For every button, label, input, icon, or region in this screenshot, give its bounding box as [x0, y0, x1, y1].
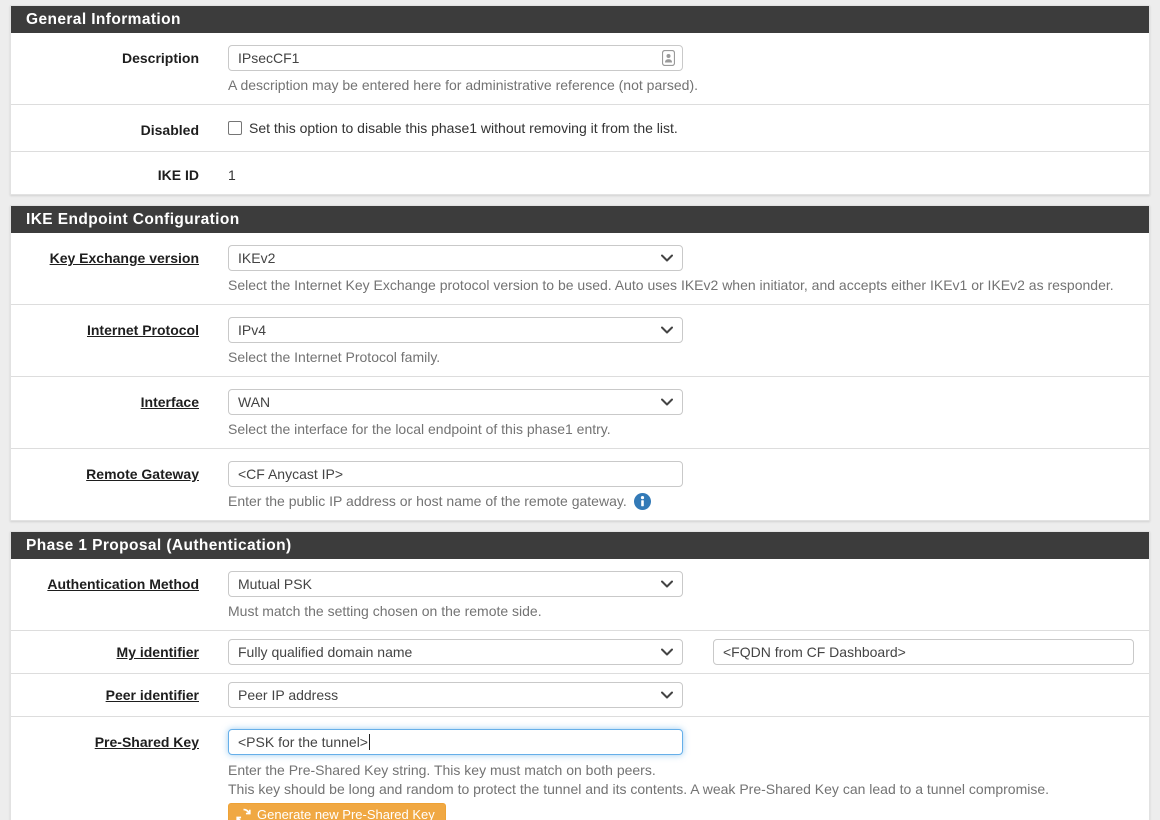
- authentication-method-help: Must match the setting chosen on the rem…: [228, 602, 1134, 621]
- peer-identifier-select[interactable]: Peer IP address: [228, 682, 683, 708]
- remote-gateway-help-text: Enter the public IP address or host name…: [228, 493, 627, 509]
- remote-gateway-input[interactable]: [228, 461, 683, 487]
- key-exchange-version-label: Key Exchange version: [26, 245, 199, 295]
- info-circle-icon[interactable]: [634, 493, 651, 510]
- internet-protocol-help: Select the Internet Protocol family.: [228, 348, 1134, 367]
- interface-label: Interface: [26, 389, 199, 439]
- panel-ike-endpoint-configuration: IKE Endpoint Configuration Key Exchange …: [10, 205, 1150, 521]
- my-identifier-select[interactable]: Fully qualified domain name: [228, 639, 683, 665]
- peer-identifier-label: Peer identifier: [26, 682, 199, 708]
- authentication-method-select[interactable]: Mutual PSK: [228, 571, 683, 597]
- row-interface: Interface WAN Select the interface for t…: [11, 376, 1149, 448]
- internet-protocol-label: Internet Protocol: [26, 317, 199, 367]
- internet-protocol-select[interactable]: IPv4: [228, 317, 683, 343]
- row-internet-protocol: Internet Protocol IPv4 Select the Intern…: [11, 304, 1149, 376]
- autofill-icon: [662, 50, 675, 66]
- panel-body-general: Description A description may be entere: [11, 33, 1149, 194]
- panel-body-endpoint: Key Exchange version IKEv2 Select the In…: [11, 233, 1149, 520]
- interface-help: Select the interface for the local endpo…: [228, 420, 1134, 439]
- my-identifier-value-input[interactable]: [713, 639, 1134, 665]
- key-exchange-version-help: Select the Internet Key Exchange protoco…: [228, 276, 1134, 295]
- row-authentication-method: Authentication Method Mutual PSK Must ma…: [11, 559, 1149, 630]
- description-label: Description: [26, 45, 199, 95]
- pre-shared-key-help-1: Enter the Pre-Shared Key string. This ke…: [228, 761, 1134, 780]
- authentication-method-label: Authentication Method: [26, 571, 199, 621]
- disabled-checkbox[interactable]: [228, 121, 242, 135]
- my-identifier-label: My identifier: [26, 639, 199, 665]
- panel-general-information: General Information Description: [10, 5, 1150, 195]
- refresh-icon: [236, 808, 251, 820]
- ike-id-label: IKE ID: [26, 162, 199, 184]
- pre-shared-key-label: Pre-Shared Key: [26, 729, 199, 820]
- row-description: Description A description may be entere: [11, 33, 1149, 104]
- text-caret: [369, 734, 370, 750]
- ike-id-value: 1: [228, 162, 1134, 184]
- row-key-exchange-version: Key Exchange version IKEv2 Select the In…: [11, 233, 1149, 304]
- row-pre-shared-key: Pre-Shared Key <PSK for the tunnel> Ente…: [11, 716, 1149, 820]
- remote-gateway-help: Enter the public IP address or host name…: [228, 492, 1134, 511]
- generate-psk-button[interactable]: Generate new Pre-Shared Key: [228, 803, 446, 820]
- generate-psk-button-label: Generate new Pre-Shared Key: [257, 807, 435, 820]
- row-disabled: Disabled Set this option to disable this…: [11, 104, 1149, 151]
- row-remote-gateway: Remote Gateway Enter the public IP addre…: [11, 448, 1149, 520]
- panel-body-proposal: Authentication Method Mutual PSK Must ma…: [11, 559, 1149, 820]
- pre-shared-key-help-2: This key should be long and random to pr…: [228, 780, 1134, 799]
- section-title-ike-endpoint-configuration: IKE Endpoint Configuration: [11, 206, 1149, 233]
- pre-shared-key-input[interactable]: <PSK for the tunnel>: [228, 729, 683, 755]
- ipsec-phase1-form: General Information Description: [10, 5, 1150, 820]
- disabled-checkbox-label: Set this option to disable this phase1 w…: [249, 119, 678, 137]
- remote-gateway-label: Remote Gateway: [26, 461, 199, 511]
- interface-select[interactable]: WAN: [228, 389, 683, 415]
- description-help: A description may be entered here for ad…: [228, 76, 1134, 95]
- section-title-general-information: General Information: [11, 6, 1149, 33]
- panel-phase1-proposal-authentication: Phase 1 Proposal (Authentication) Authen…: [10, 531, 1150, 820]
- section-title-phase1-proposal: Phase 1 Proposal (Authentication): [11, 532, 1149, 559]
- row-peer-identifier: Peer identifier Peer IP address: [11, 673, 1149, 716]
- disabled-label: Disabled: [26, 117, 199, 139]
- description-input[interactable]: [228, 45, 683, 71]
- key-exchange-version-select[interactable]: IKEv2: [228, 245, 683, 271]
- row-ike-id: IKE ID 1: [11, 151, 1149, 194]
- row-my-identifier: My identifier Fully qualified domain nam…: [11, 630, 1149, 673]
- pre-shared-key-value: <PSK for the tunnel>: [238, 732, 368, 752]
